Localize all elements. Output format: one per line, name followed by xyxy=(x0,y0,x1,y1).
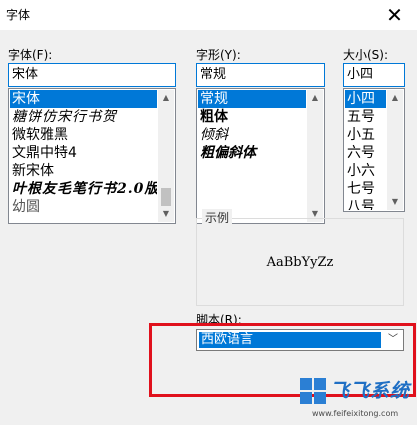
font-input[interactable]: 宋体 xyxy=(8,63,176,87)
style-item-bold[interactable]: 粗体 xyxy=(198,108,306,126)
size-label: 大小(S): xyxy=(343,48,389,62)
windows-logo-icon xyxy=(300,378,326,404)
font-label: 字体(F): xyxy=(8,48,53,62)
size-item-qihao[interactable]: 七号 xyxy=(345,180,386,198)
style-item-regular[interactable]: 常规 xyxy=(198,90,306,108)
size-item-xiaoliu[interactable]: 小六 xyxy=(345,162,386,180)
font-item-xinsongti[interactable]: 新宋体 xyxy=(10,162,157,180)
font-list[interactable]: 宋体 糖饼仿宋行书贺 微软雅黑 文鼎中特4 新宋体 叶根友毛笔行书2.0版 幼圆… xyxy=(8,88,176,224)
title-bar: 字体 ✕ xyxy=(0,0,417,30)
font-item-yahei[interactable]: 微软雅黑 xyxy=(10,126,157,144)
style-list[interactable]: 常规 粗体 倾斜 粗偏斜体 ▲ ▼ xyxy=(196,88,325,224)
size-list-scrollbar[interactable]: ▲ ▼ xyxy=(387,90,403,210)
scroll-down-icon[interactable]: ▼ xyxy=(158,206,174,222)
size-list[interactable]: 小四 五号 小五 六号 小六 七号 八号 ▲ ▼ xyxy=(343,88,405,212)
font-item-youyuan[interactable]: 幼圆 xyxy=(10,198,157,216)
font-list-scrollbar[interactable]: ▲ ▼ xyxy=(158,90,174,222)
sample-legend: 示例 xyxy=(202,209,233,226)
close-icon[interactable]: ✕ xyxy=(372,0,417,30)
scroll-thumb[interactable] xyxy=(161,188,171,206)
watermark-title: 飞飞系统 xyxy=(330,380,411,402)
font-item-songti[interactable]: 宋体 xyxy=(10,90,157,108)
size-item-bahao[interactable]: 八号 xyxy=(345,198,386,210)
font-item-tangbing[interactable]: 糖饼仿宋行书贺 xyxy=(10,108,157,126)
size-item-xiaowu[interactable]: 小五 xyxy=(345,126,386,144)
font-item-yegenyou[interactable]: 叶根友毛笔行书2.0版 xyxy=(10,180,157,198)
size-item-xiaosi[interactable]: 小四 xyxy=(345,90,386,108)
sample-preview-text: AaBbYyZz xyxy=(266,255,334,270)
style-list-scrollbar[interactable]: ▲ ▼ xyxy=(307,90,323,222)
size-item-wuhao[interactable]: 五号 xyxy=(345,108,386,126)
style-item-italic[interactable]: 倾斜 xyxy=(198,126,306,144)
font-item-wending[interactable]: 文鼎中特4 xyxy=(10,144,157,162)
style-item-bold-italic[interactable]: 粗偏斜体 xyxy=(198,144,306,162)
watermark-url: www.feifeixitong.com xyxy=(312,409,399,418)
scroll-down-icon[interactable]: ▼ xyxy=(387,194,403,210)
style-label: 字形(Y): xyxy=(196,48,241,62)
scroll-up-icon[interactable]: ▲ xyxy=(158,90,174,106)
scroll-up-icon[interactable]: ▲ xyxy=(387,90,403,106)
size-input[interactable]: 小四 xyxy=(343,63,405,87)
window-title: 字体 xyxy=(6,8,31,22)
style-input[interactable]: 常规 xyxy=(196,63,325,87)
scroll-up-icon[interactable]: ▲ xyxy=(307,90,323,106)
size-item-liuhao[interactable]: 六号 xyxy=(345,144,386,162)
